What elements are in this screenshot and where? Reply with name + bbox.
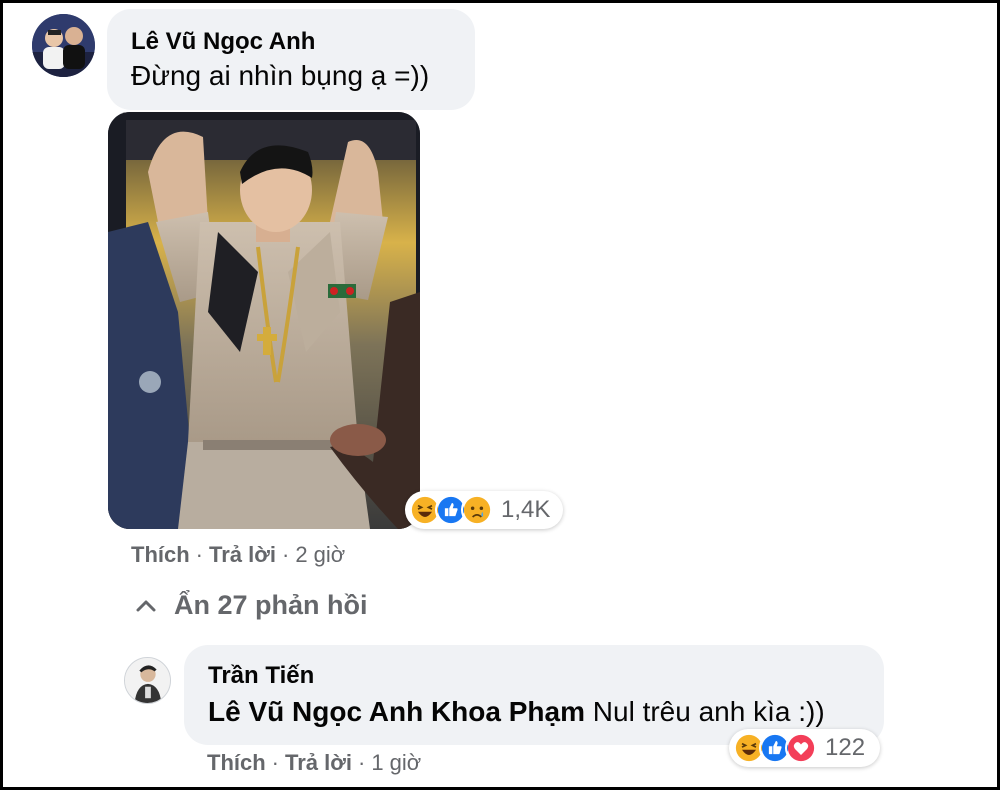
comment-text: Đừng ai nhìn bụng ạ =)) <box>131 60 430 91</box>
reply-actions: Thích · Trả lời · 1 giờ <box>207 750 421 776</box>
love-icon <box>785 732 817 764</box>
reply-avatar[interactable] <box>124 657 171 704</box>
reply-text: Lê Vũ Ngọc Anh Khoa Phạm Nul trêu anh kì… <box>208 696 825 728</box>
hide-replies-button[interactable]: Ẩn 27 phản hồi <box>134 590 368 621</box>
like-button[interactable]: Thích <box>131 542 190 568</box>
like-button[interactable]: Thích <box>207 750 266 776</box>
separator: · <box>358 750 366 775</box>
reply-message: Nul trêu anh kìa :)) <box>585 696 825 727</box>
avatar[interactable] <box>32 14 95 77</box>
reply-button[interactable]: Trả lời <box>209 542 276 568</box>
timestamp[interactable]: 2 giờ <box>295 542 345 568</box>
avatar-photo <box>32 14 95 77</box>
reaction-count: 1,4K <box>501 496 551 523</box>
sad-icon <box>461 494 493 526</box>
mention-link[interactable]: Lê Vũ Ngọc Anh Khoa Phạm <box>208 696 585 727</box>
avatar-photo <box>125 658 170 703</box>
hide-replies-label: Ẩn 27 phản hồi <box>174 590 368 620</box>
chevron-up-icon <box>134 594 158 618</box>
reply-button[interactable]: Trả lời <box>285 750 352 776</box>
separator: · <box>195 542 203 567</box>
photo-image <box>108 112 420 529</box>
reaction-count: 122 <box>825 734 866 761</box>
timestamp[interactable]: 1 giờ <box>371 750 421 776</box>
separator: · <box>271 750 279 775</box>
separator: · <box>282 542 290 567</box>
comment-photo[interactable] <box>108 112 420 529</box>
comment-reactions[interactable]: 1,4K <box>405 491 563 529</box>
reply-reactions[interactable]: 122 <box>729 729 880 767</box>
reply-author[interactable]: Trần Tiến <box>208 662 314 690</box>
comment-actions: Thích · Trả lời · 2 giờ <box>131 542 345 568</box>
comment-author[interactable]: Lê Vũ Ngọc Anh <box>131 28 315 56</box>
